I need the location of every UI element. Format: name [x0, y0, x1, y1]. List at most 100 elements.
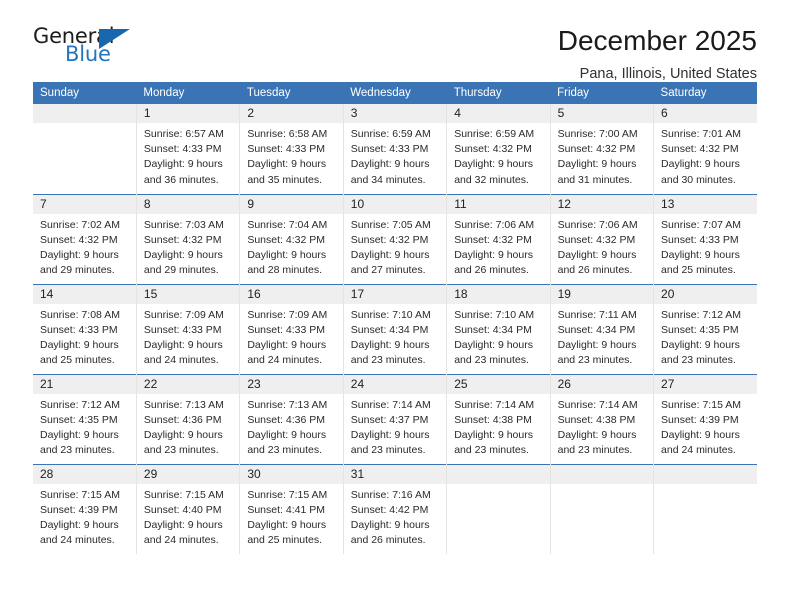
- sunrise-text: Sunrise: 7:14 AM: [350, 398, 431, 411]
- day-number: 18: [447, 284, 550, 304]
- day-cell[interactable]: 13 Sunrise: 7:07 AM Sunset: 4:33 PM Dayligh…: [653, 193, 757, 284]
- daylight-text-line2: and 23 minutes.: [350, 444, 426, 457]
- day-cell[interactable]: 1 Sunrise: 6:57 AM Sunset: 4:33 PM Daylight…: [136, 104, 241, 194]
- day-cell[interactable]: 24 Sunrise: 7:14 AM Sunset: 4:37 PM Dayligh…: [343, 373, 448, 464]
- day-number: 27: [654, 374, 757, 394]
- general-blue-logo[interactable]: General Blue: [33, 24, 143, 70]
- day-cell[interactable]: 5 Sunrise: 7:00 AM Sunset: 4:32 PM Daylight…: [550, 104, 655, 194]
- day-cell[interactable]: 2 Sunrise: 6:58 AM Sunset: 4:33 PM Daylight…: [239, 104, 344, 194]
- day-cell[interactable]: 31 Sunrise: 7:16 AM Sunset: 4:42 PM Dayligh…: [343, 463, 448, 554]
- daylight-text-line2: and 23 minutes.: [454, 444, 529, 457]
- sunset-text: Sunset: 4:33 PM: [247, 323, 325, 336]
- daylight-text-line2: and 30 minutes.: [661, 173, 736, 186]
- daylight-text-line2: and 27 minutes.: [350, 264, 426, 277]
- day-cell[interactable]: 4 Sunrise: 6:59 AM Sunset: 4:32 PM Daylight…: [446, 104, 551, 194]
- sunrise-text: Sunrise: 7:10 AM: [454, 308, 535, 321]
- day-details: Sunrise: 7:14 AM Sunset: 4:38 PM Daylight:…: [447, 394, 549, 459]
- daylight-text-line1: Daylight: 9 hours: [661, 428, 740, 441]
- day-details: Sunrise: 7:15 AM Sunset: 4:40 PM Daylight:…: [137, 484, 239, 549]
- day-cell[interactable]: 12 Sunrise: 7:06 AM Sunset: 4:32 PM Dayligh…: [550, 193, 655, 284]
- daylight-text-line2: and 34 minutes.: [350, 173, 426, 186]
- day-number: 13: [654, 194, 757, 214]
- daylight-text-line1: Daylight: 9 hours: [454, 428, 533, 441]
- day-cell[interactable]: 18 Sunrise: 7:10 AM Sunset: 4:34 PM Dayligh…: [446, 283, 551, 374]
- day-cell[interactable]: 14 Sunrise: 7:08 AM Sunset: 4:33 PM Dayligh…: [33, 283, 137, 374]
- day-details: [551, 484, 653, 489]
- daylight-text-line1: Daylight: 9 hours: [557, 428, 637, 441]
- day-cell[interactable]: 21 Sunrise: 7:12 AM Sunset: 4:35 PM Dayligh…: [33, 373, 137, 464]
- day-cell[interactable]: 30 Sunrise: 7:15 AM Sunset: 4:41 PM Dayligh…: [239, 463, 344, 554]
- day-number: 2: [240, 104, 343, 123]
- weekday-header-wednesday: Wednesday: [343, 82, 447, 104]
- day-cell[interactable]: 7 Sunrise: 7:02 AM Sunset: 4:32 PM Daylight…: [33, 193, 137, 284]
- day-number: 9: [240, 194, 343, 214]
- day-details: Sunrise: 7:09 AM Sunset: 4:33 PM Daylight:…: [137, 304, 239, 369]
- day-details: [447, 484, 549, 489]
- day-number: 4: [447, 104, 550, 123]
- daylight-text-line1: Daylight: 9 hours: [247, 248, 327, 261]
- sunrise-text: Sunrise: 7:12 AM: [40, 398, 120, 411]
- sunrise-text: Sunrise: 7:01 AM: [661, 128, 741, 140]
- daylight-text-line2: and 26 minutes.: [350, 534, 426, 547]
- day-cell[interactable]: 15 Sunrise: 7:09 AM Sunset: 4:33 PM Dayligh…: [136, 283, 241, 374]
- sunset-text: Sunset: 4:32 PM: [143, 233, 222, 246]
- daylight-text-line1: Daylight: 9 hours: [557, 338, 637, 351]
- day-cell[interactable]: 29 Sunrise: 7:15 AM Sunset: 4:40 PM Dayligh…: [136, 463, 241, 554]
- sunrise-text: Sunrise: 7:06 AM: [454, 218, 535, 231]
- day-cell[interactable]: 6 Sunrise: 7:01 AM Sunset: 4:32 PM Daylight…: [653, 104, 757, 194]
- title-block: December 2025 Pana, Illinois, United Sta…: [558, 24, 757, 85]
- daylight-text-line1: Daylight: 9 hours: [454, 248, 533, 261]
- sunrise-text: Sunrise: 7:00 AM: [557, 128, 638, 140]
- day-details: Sunrise: 6:58 AM Sunset: 4:33 PM Daylight:…: [240, 123, 342, 188]
- day-number: 12: [550, 194, 654, 214]
- sunrise-text: Sunrise: 7:16 AM: [350, 488, 431, 501]
- day-cell[interactable]: 25 Sunrise: 7:14 AM Sunset: 4:38 PM Dayligh…: [446, 373, 551, 464]
- sunset-text: Sunset: 4:37 PM: [350, 413, 429, 426]
- daylight-text-line1: Daylight: 9 hours: [143, 338, 223, 351]
- sunset-text: Sunset: 4:32 PM: [454, 143, 532, 156]
- day-cell[interactable]: 26 Sunrise: 7:14 AM Sunset: 4:38 PM Dayligh…: [550, 373, 655, 464]
- day-number: 30: [240, 464, 343, 484]
- day-details: [33, 123, 136, 128]
- day-cell-empty: [446, 463, 551, 554]
- day-cell[interactable]: 17 Sunrise: 7:10 AM Sunset: 4:34 PM Dayligh…: [343, 283, 448, 374]
- sunset-text: Sunset: 4:34 PM: [350, 323, 429, 336]
- daylight-text-line2: and 31 minutes.: [557, 173, 633, 186]
- sunrise-text: Sunrise: 7:04 AM: [247, 218, 328, 231]
- day-details: Sunrise: 7:13 AM Sunset: 4:36 PM Daylight:…: [137, 394, 239, 459]
- day-details: [654, 484, 757, 489]
- day-cell[interactable]: 23 Sunrise: 7:13 AM Sunset: 4:36 PM Dayligh…: [239, 373, 344, 464]
- day-number: 28: [33, 464, 136, 484]
- day-number: [33, 104, 136, 123]
- day-cell[interactable]: 20 Sunrise: 7:12 AM Sunset: 4:35 PM Dayligh…: [653, 283, 757, 374]
- daylight-text-line1: Daylight: 9 hours: [40, 428, 119, 441]
- day-cell[interactable]: 28 Sunrise: 7:15 AM Sunset: 4:39 PM Dayligh…: [33, 463, 137, 554]
- daylight-text-line2: and 35 minutes.: [247, 173, 323, 186]
- daylight-text-line2: and 29 minutes.: [40, 264, 115, 277]
- daylight-text-line1: Daylight: 9 hours: [661, 158, 740, 171]
- sunrise-text: Sunrise: 7:13 AM: [247, 398, 328, 411]
- day-cell[interactable]: 27 Sunrise: 7:15 AM Sunset: 4:39 PM Dayligh…: [653, 373, 757, 464]
- sunset-text: Sunset: 4:34 PM: [557, 323, 636, 336]
- day-number: 15: [136, 284, 240, 304]
- day-cell[interactable]: 22 Sunrise: 7:13 AM Sunset: 4:36 PM Dayligh…: [136, 373, 241, 464]
- sunrise-text: Sunrise: 7:09 AM: [143, 308, 224, 321]
- day-details: Sunrise: 7:00 AM Sunset: 4:32 PM Daylight:…: [551, 123, 653, 188]
- day-cell[interactable]: 16 Sunrise: 7:09 AM Sunset: 4:33 PM Dayligh…: [239, 283, 344, 374]
- day-cell[interactable]: 9 Sunrise: 7:04 AM Sunset: 4:32 PM Daylight…: [239, 193, 344, 284]
- day-cell[interactable]: 11 Sunrise: 7:06 AM Sunset: 4:32 PM Dayligh…: [446, 193, 551, 284]
- sunrise-text: Sunrise: 7:15 AM: [40, 488, 120, 501]
- day-cell[interactable]: 8 Sunrise: 7:03 AM Sunset: 4:32 PM Daylight…: [136, 193, 241, 284]
- daylight-text-line2: and 28 minutes.: [247, 264, 323, 277]
- daylight-text-line1: Daylight: 9 hours: [350, 158, 430, 171]
- daylight-text-line1: Daylight: 9 hours: [661, 248, 740, 261]
- day-details: Sunrise: 6:59 AM Sunset: 4:32 PM Daylight:…: [447, 123, 549, 188]
- day-details: Sunrise: 7:08 AM Sunset: 4:33 PM Daylight:…: [33, 304, 136, 369]
- day-cell[interactable]: 3 Sunrise: 6:59 AM Sunset: 4:33 PM Daylight…: [343, 104, 448, 194]
- weekday-header-tuesday: Tuesday: [239, 82, 344, 104]
- day-number: 7: [33, 194, 136, 214]
- day-cell[interactable]: 19 Sunrise: 7:11 AM Sunset: 4:34 PM Dayligh…: [550, 283, 655, 374]
- sunrise-text: Sunrise: 6:58 AM: [247, 128, 328, 140]
- day-cell[interactable]: 10 Sunrise: 7:05 AM Sunset: 4:32 PM Dayligh…: [343, 193, 448, 284]
- day-number: 6: [654, 104, 757, 123]
